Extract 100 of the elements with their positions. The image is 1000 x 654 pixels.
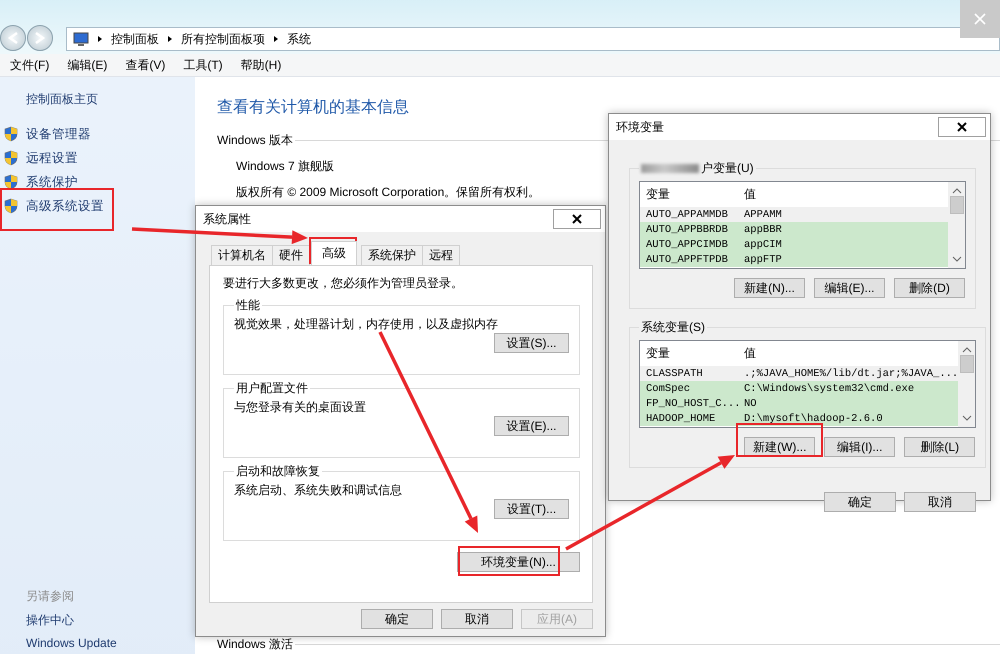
breadcrumb-item[interactable]: 所有控制面板项 bbox=[181, 30, 265, 48]
list-row[interactable]: AUTO_APPCIMDB appCIM bbox=[640, 237, 948, 252]
settings-button[interactable]: 设置(S)... bbox=[494, 333, 569, 353]
scroll-up-icon bbox=[952, 188, 962, 194]
group-description: 与您登录有关的桌面设置 bbox=[234, 399, 367, 416]
variable-name: FP_NO_HOST_C... bbox=[646, 398, 742, 410]
group-title: 户变量(U) bbox=[701, 161, 754, 175]
settings-button[interactable]: 设置(E)... bbox=[494, 416, 569, 436]
tab[interactable]: 远程 bbox=[422, 245, 460, 265]
dialog-button: 应用(A) bbox=[521, 609, 593, 629]
list-button[interactable]: 编辑(I)... bbox=[824, 437, 896, 457]
list-row[interactable]: HADOOP_HOME D:\mysoft\hadoop-2.6.0 bbox=[640, 411, 958, 426]
page-title: 查看有关计算机的基本信息 bbox=[217, 98, 409, 118]
section-heading: Windows 版本 bbox=[217, 132, 294, 149]
variable-value: D:\mysoft\hadoop-2.6.0 bbox=[744, 412, 883, 424]
sidebar-link[interactable]: Windows Update bbox=[26, 636, 195, 650]
sidebar-link[interactable]: 操作中心 bbox=[26, 612, 195, 629]
dialog-button[interactable]: 取消 bbox=[904, 492, 976, 512]
variable-name: CLASSPATH bbox=[646, 368, 704, 380]
settings-button[interactable]: 设置(T)... bbox=[494, 499, 569, 519]
variable-list[interactable]: 变量 值 AUTO_APPAMMDB APPAMM AUTO_APPBBRDB appBBR AUTO_APPCIMDB appCIM AUTO_APPFTPDB appFTP bbox=[639, 181, 966, 269]
dialog-button[interactable]: 确定 bbox=[361, 609, 433, 629]
menu-item[interactable]: 帮助(H) bbox=[238, 56, 284, 74]
group-title: 系统变量(S) bbox=[641, 320, 705, 334]
list-button[interactable]: 新建(N)... bbox=[734, 278, 805, 298]
sidebar-link[interactable]: 设备管理器 bbox=[26, 126, 91, 142]
sidebar-link[interactable]: 系统保护 bbox=[26, 174, 78, 190]
list-row[interactable]: AUTO_APPFTPDB appFTP bbox=[640, 252, 948, 267]
back-button[interactable] bbox=[0, 25, 26, 51]
group-title: 用户配置文件 bbox=[236, 381, 308, 395]
forward-button[interactable] bbox=[27, 25, 53, 51]
sidebar-link[interactable]: 控制面板主页 bbox=[26, 91, 195, 108]
shield-icon bbox=[4, 126, 18, 142]
breadcrumb-arrow-icon bbox=[273, 35, 279, 43]
scroll-down-icon bbox=[952, 256, 962, 262]
sidebar-link[interactable]: 远程设置 bbox=[26, 150, 78, 166]
column-header[interactable]: 值 bbox=[744, 186, 756, 203]
variable-value: .;%JAVA_HOME%/lib/dt.jar;%JAVA_... bbox=[744, 368, 958, 380]
menu-item[interactable]: 文件(F) bbox=[8, 56, 52, 74]
computer-icon bbox=[73, 32, 89, 46]
list-button[interactable]: 新建(W)... bbox=[744, 437, 816, 457]
sidebar-link[interactable]: 高级系统设置 bbox=[26, 198, 104, 214]
scrollbar[interactable] bbox=[948, 182, 965, 268]
list-row[interactable]: AUTO_APPBBRDB appBBR bbox=[640, 222, 948, 237]
close-button[interactable] bbox=[938, 117, 986, 137]
variable-name: AUTO_APPCIMDB bbox=[646, 238, 729, 250]
tab[interactable]: 系统保护 bbox=[361, 245, 423, 265]
group-title: 性能 bbox=[236, 298, 260, 312]
variable-name: HADOOP_HOME bbox=[646, 412, 716, 424]
list-row[interactable]: AUTO_APPAMMDB APPAMM bbox=[640, 207, 948, 222]
info-text: 版权所有 © 2009 Microsoft Corporation。保留所有权利。 bbox=[236, 184, 540, 201]
scrollbar[interactable] bbox=[958, 341, 976, 427]
variable-value: appFTP bbox=[744, 254, 782, 266]
variable-value: APPAMM bbox=[744, 208, 782, 220]
section-heading: Windows 激活 bbox=[217, 636, 294, 653]
variable-name: ComSpec bbox=[646, 382, 692, 394]
dialog-title: 系统属性 bbox=[203, 210, 251, 228]
close-icon bbox=[973, 12, 987, 26]
section-title: 另请参阅 bbox=[26, 588, 75, 605]
shield-icon bbox=[4, 150, 18, 166]
breadcrumb-item[interactable]: 控制面板 bbox=[111, 30, 159, 48]
info-text: Windows 7 旗舰版 bbox=[236, 158, 334, 175]
variable-value: appBBR bbox=[744, 224, 782, 236]
column-header[interactable]: 变量 bbox=[646, 186, 744, 203]
group-title: 启动和故障恢复 bbox=[236, 464, 320, 478]
dialog-button[interactable]: 取消 bbox=[441, 609, 513, 629]
list-button[interactable]: 删除(L) bbox=[904, 437, 976, 457]
variable-name: AUTO_APPFTPDB bbox=[646, 254, 729, 266]
tab[interactable]: 高级 bbox=[311, 241, 357, 265]
shield-icon bbox=[4, 174, 18, 190]
highlight-frame bbox=[309, 237, 357, 264]
breadcrumb-arrow-icon bbox=[97, 35, 103, 43]
close-icon bbox=[572, 214, 582, 224]
scroll-up-icon bbox=[962, 347, 972, 353]
blurred-mask bbox=[641, 164, 699, 174]
environment-variables-button[interactable]: 环境变量(N)... bbox=[457, 552, 580, 572]
menu-item[interactable]: 工具(T) bbox=[181, 56, 225, 74]
list-row[interactable]: FP_NO_HOST_C... NO bbox=[640, 396, 958, 411]
tab[interactable]: 计算机名 bbox=[211, 245, 273, 265]
list-button[interactable]: 编辑(E)... bbox=[814, 278, 885, 298]
group-description: 系统启动、系统失败和调试信息 bbox=[234, 482, 403, 499]
menu-item[interactable]: 编辑(E) bbox=[65, 56, 110, 74]
variable-list[interactable]: 变量 值 CLASSPATH .;%JAVA_HOME%/lib/dt.jar;%JAVA_... ComSpec C:\Windows\system32\cmd.exe FP_NO_HOST_C... NO HADOOP_HOME D:\mysoft\hadoop-2.6.0 bbox=[639, 340, 976, 428]
tab[interactable]: 硬件 bbox=[272, 245, 310, 265]
list-row[interactable]: ComSpec C:\Windows\system32\cmd.exe bbox=[640, 381, 958, 396]
variable-name: AUTO_APPAMMDB bbox=[646, 208, 729, 220]
dialog-button[interactable]: 确定 bbox=[824, 492, 896, 512]
column-header[interactable]: 变量 bbox=[646, 345, 744, 362]
breadcrumb-item[interactable]: 系统 bbox=[287, 30, 311, 48]
variable-name: AUTO_APPBBRDB bbox=[646, 224, 729, 236]
address-bar[interactable]: 控制面板 所有控制面板项 系统 bbox=[66, 27, 1000, 51]
menu-item[interactable]: 查看(V) bbox=[123, 56, 168, 74]
list-row[interactable]: CLASSPATH .;%JAVA_HOME%/lib/dt.jar;%JAVA_... bbox=[640, 366, 958, 381]
list-button[interactable]: 删除(D) bbox=[894, 278, 965, 298]
column-header[interactable]: 值 bbox=[744, 345, 756, 362]
scroll-thumb[interactable] bbox=[950, 196, 964, 214]
breadcrumb-arrow-icon bbox=[167, 35, 173, 43]
close-button[interactable] bbox=[553, 209, 601, 229]
scroll-thumb[interactable] bbox=[960, 355, 974, 373]
variable-value: NO bbox=[744, 398, 757, 410]
